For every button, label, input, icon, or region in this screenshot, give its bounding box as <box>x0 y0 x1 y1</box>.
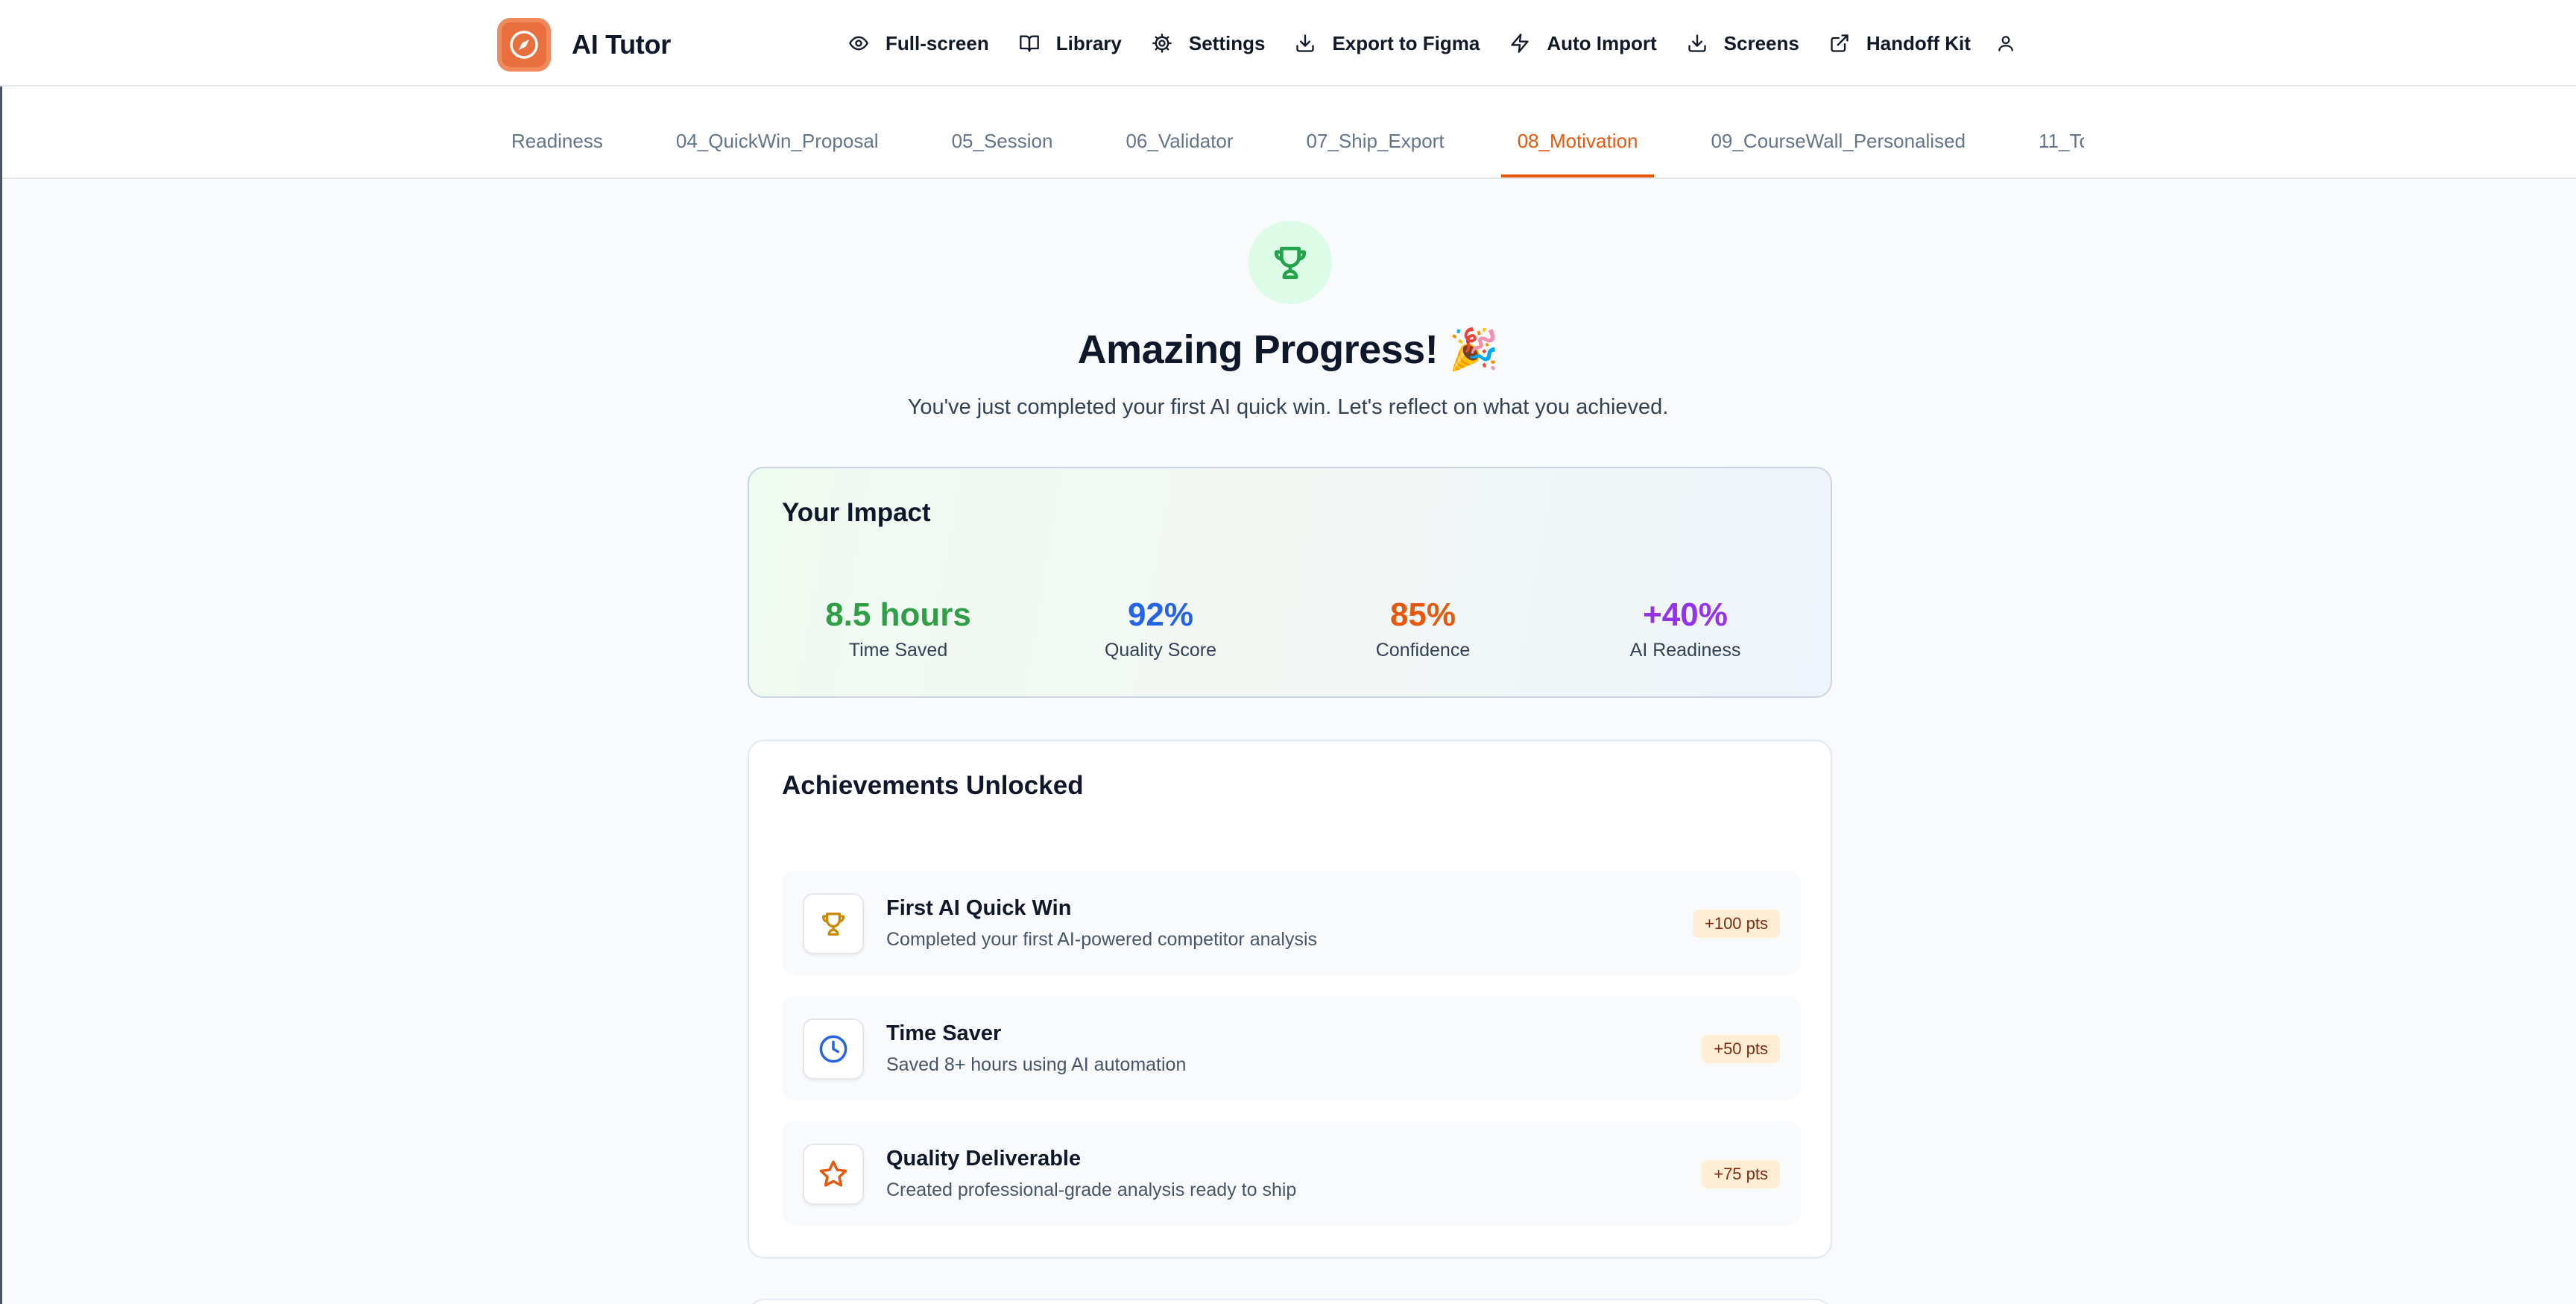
settings-button[interactable]: Settings <box>1137 18 1281 69</box>
user-icon <box>1998 36 2013 51</box>
tab-09-coursewall-personalised[interactable]: 09_CourseWall_Personalised <box>1694 107 1982 177</box>
top-nav: Full-screen Library Settings Export to F… <box>833 18 2026 69</box>
tab-11-toolkit[interactable]: 11_Toolkit <box>2022 107 2084 177</box>
profile-button[interactable] <box>1986 18 2026 69</box>
stat-ai-readiness: +40% AI Readiness <box>1554 596 1816 661</box>
achievements-card: Achievements Unlocked First AI Quick Win… <box>748 740 1832 1259</box>
achievement-title: Time Saver <box>886 1021 1002 1045</box>
tab-07-ship-export[interactable]: 07_Ship_Export <box>1290 107 1461 177</box>
stat-value: 92% <box>1127 596 1194 633</box>
achievement-icon-box <box>803 1144 864 1205</box>
achievement-icon-box <box>803 893 864 954</box>
compass-logo-icon <box>497 18 551 72</box>
stat-label: AI Readiness <box>1629 640 1741 661</box>
export-to-figma-label: Export to Figma <box>1332 31 1480 54</box>
achievement-title: First AI Quick Win <box>886 896 1072 920</box>
impact-title: Your Impact <box>782 498 931 527</box>
trophy-badge <box>1248 221 1332 304</box>
points-badge: +100 pts <box>1692 910 1780 938</box>
gear-icon <box>1152 34 1172 53</box>
stat-confidence: 85% Confidence <box>1292 596 1554 661</box>
fullscreen-label: Full-screen <box>886 31 989 54</box>
stat-label: Confidence <box>1375 640 1471 661</box>
stat-value: 8.5 hours <box>825 596 971 633</box>
tab-list: Readiness 04_QuickWin_Proposal 05_Session 0… <box>477 86 2084 177</box>
stat-label: Time Saved <box>848 640 948 661</box>
eye-icon <box>849 36 868 51</box>
achievement-item: First AI Quick Win Completed your first … <box>782 871 1801 975</box>
stat-value: +40% <box>1643 596 1728 633</box>
achievement-item: Quality Deliverable Created professional… <box>782 1121 1801 1226</box>
achievement-item: Time Saver Saved 8+ hours using AI autom… <box>782 996 1801 1100</box>
library-button[interactable]: Library <box>1004 18 1137 69</box>
tab-readiness[interactable]: Readiness <box>495 107 619 177</box>
clock-icon <box>819 1035 847 1063</box>
next-section-card <box>748 1299 1832 1304</box>
export-to-figma-button[interactable]: Export to Figma <box>1280 18 1494 69</box>
handoff-kit-button[interactable]: Handoff Kit <box>1814 18 1986 69</box>
points-badge: +50 pts <box>1702 1035 1780 1063</box>
app-name: AI Tutor <box>572 29 671 60</box>
trophy-icon <box>822 913 845 936</box>
tab-05-session[interactable]: 05_Session <box>935 107 1070 177</box>
tab-08-motivation[interactable]: 08_Motivation <box>1500 107 1655 177</box>
handoff-kit-label: Handoff Kit <box>1866 31 1971 54</box>
screens-button[interactable]: Screens <box>1672 18 1814 69</box>
achievements-title: Achievements Unlocked <box>782 771 1084 800</box>
window-edge <box>0 86 2 1304</box>
download-icon <box>1296 34 1315 52</box>
fullscreen-button[interactable]: Full-screen <box>833 18 1004 69</box>
tab-scroll-area[interactable]: Readiness 04_QuickWin_Proposal 05_Session 0… <box>477 86 2084 177</box>
page-subtitle: You've just completed your first AI quic… <box>907 395 1669 419</box>
tab-06-validator[interactable]: 06_Validator <box>1109 107 1249 177</box>
library-label: Library <box>1055 31 1122 54</box>
book-icon <box>1019 35 1039 52</box>
auto-import-button[interactable]: Auto Import <box>1494 18 1671 69</box>
stat-value: 85% <box>1389 596 1456 633</box>
top-header: AI Tutor Full-screen Library Settings Ex… <box>0 0 2576 86</box>
points-badge: +75 pts <box>1702 1160 1780 1188</box>
stat-time-saved: 8.5 hours Time Saved <box>767 596 1029 661</box>
achievement-description: Saved 8+ hours using AI automation <box>886 1054 1187 1075</box>
tab-04-quickwin-proposal[interactable]: 04_QuickWin_Proposal <box>660 107 895 177</box>
main-content: Amazing Progress! 🎉 You've just complete… <box>0 180 2576 1304</box>
lightning-icon <box>1511 34 1530 53</box>
impact-card: Your Impact 8.5 hours Time Saved 92% Qua… <box>748 467 1832 698</box>
achievement-title: Quality Deliverable <box>886 1147 1082 1171</box>
trophy-icon <box>1275 247 1306 280</box>
external-link-icon <box>1831 34 1849 52</box>
achievement-description: Completed your first AI-powered competit… <box>886 929 1318 950</box>
stat-label: Quality Score <box>1104 640 1217 661</box>
achievement-icon-box <box>803 1018 864 1080</box>
screens-label: Screens <box>1723 31 1799 54</box>
auto-import-label: Auto Import <box>1547 31 1657 54</box>
brand[interactable]: AI Tutor <box>497 18 671 72</box>
page-title: Amazing Progress! 🎉 <box>1077 327 1499 372</box>
download-icon <box>1688 34 1706 52</box>
achievement-description: Created professional-grade analysis read… <box>886 1179 1297 1200</box>
screen-tab-strip: Readiness 04_QuickWin_Proposal 05_Session 0… <box>0 86 2576 179</box>
star-icon <box>819 1160 847 1187</box>
stat-quality-score: 92% Quality Score <box>1029 596 1292 661</box>
settings-label: Settings <box>1188 31 1266 54</box>
